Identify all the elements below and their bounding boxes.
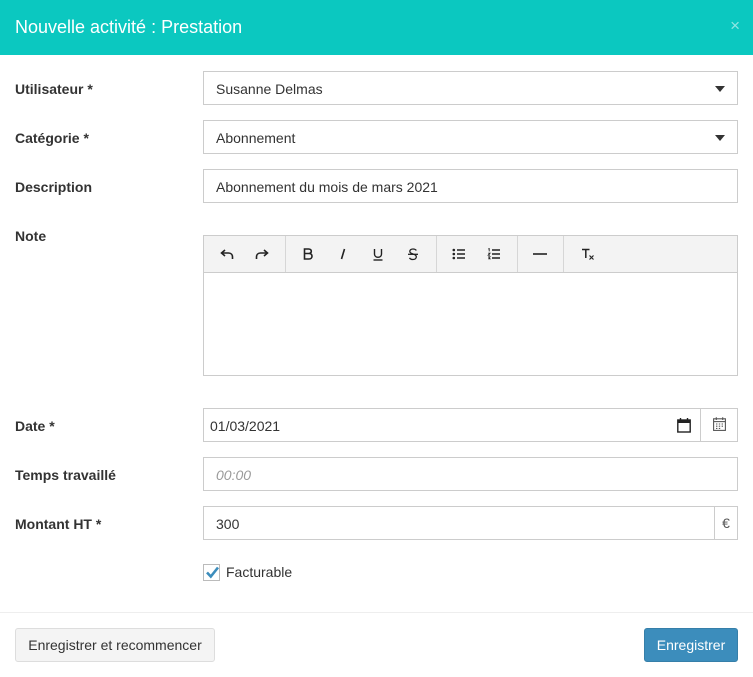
numbered-list-icon[interactable] (479, 236, 509, 272)
toolbar-separator (285, 236, 286, 272)
footer-divider (0, 612, 753, 613)
user-select-value: Susanne Delmas (216, 81, 323, 97)
underline-icon[interactable] (363, 236, 393, 272)
caret-down-icon (715, 135, 725, 141)
amount-input[interactable]: 300 € (203, 506, 738, 540)
bullet-list-icon[interactable] (444, 236, 474, 272)
date-value: 01/03/2021 (210, 418, 281, 434)
strikethrough-icon[interactable] (398, 236, 428, 272)
description-value: Abonnement du mois de mars 2021 (216, 179, 438, 195)
billable-label: Facturable (226, 564, 293, 580)
bold-icon[interactable] (293, 236, 323, 272)
redo-icon[interactable] (247, 236, 277, 272)
horizontal-rule-icon[interactable] (525, 236, 555, 272)
close-icon[interactable]: × (730, 16, 740, 36)
clear-format-icon[interactable] (573, 236, 603, 272)
save-and-restart-button[interactable]: Enregistrer et recommencer (15, 628, 215, 662)
time-placeholder: 00:00 (216, 467, 252, 483)
toolbar-separator (436, 236, 437, 272)
description-label: Description (15, 179, 93, 195)
modal-title: Nouvelle activité : Prestation (15, 17, 243, 37)
category-select[interactable]: Abonnement (203, 120, 738, 154)
caret-down-icon (715, 86, 725, 92)
italic-icon[interactable] (328, 236, 358, 272)
editor-toolbar (204, 236, 737, 273)
calendar-icon (712, 416, 726, 434)
note-label: Note (15, 228, 47, 244)
checkmark-icon (206, 566, 220, 579)
category-label: Catégorie * (15, 130, 89, 146)
amount-label: Montant HT * (15, 516, 102, 532)
currency-addon: € (714, 506, 738, 540)
note-textarea[interactable] (204, 273, 737, 375)
modal-header: Nouvelle activité : Prestation × (0, 0, 753, 55)
undo-icon[interactable] (212, 236, 242, 272)
user-label: Utilisateur * (15, 81, 93, 97)
toolbar-separator (517, 236, 518, 272)
save-button[interactable]: Enregistrer (644, 628, 738, 662)
calendar-addon[interactable] (700, 408, 738, 442)
calendar-picker-icon[interactable] (677, 418, 691, 436)
description-input[interactable]: Abonnement du mois de mars 2021 (203, 169, 738, 203)
category-select-value: Abonnement (216, 130, 296, 146)
date-label: Date * (15, 418, 55, 434)
user-select[interactable]: Susanne Delmas (203, 71, 738, 105)
note-editor (203, 235, 738, 376)
time-label: Temps travaillé (15, 467, 116, 483)
toolbar-separator (563, 236, 564, 272)
billable-checkbox[interactable] (203, 564, 220, 581)
time-input[interactable]: 00:00 (203, 457, 738, 491)
date-input[interactable]: 01/03/2021 (203, 408, 738, 442)
amount-value: 300 (216, 516, 240, 532)
